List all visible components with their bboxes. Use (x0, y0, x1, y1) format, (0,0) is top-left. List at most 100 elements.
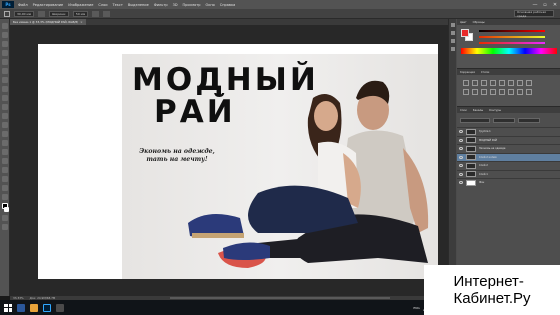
eye-icon[interactable] (459, 172, 463, 176)
brightness-icon[interactable] (463, 80, 469, 86)
color-balance-icon[interactable] (517, 80, 523, 86)
threshold-icon[interactable] (508, 89, 514, 95)
workspace-select[interactable]: Основная рабочая среда (514, 10, 554, 18)
levels-icon[interactable] (472, 80, 478, 86)
gradient-map-icon[interactable] (517, 89, 523, 95)
current-tool-icon[interactable] (4, 10, 10, 17)
selective-color-icon[interactable] (526, 89, 532, 95)
layer-row[interactable]: Фон (457, 178, 560, 187)
option-toggle-button-3[interactable] (103, 10, 111, 17)
menu-3d[interactable]: 3D (173, 3, 178, 7)
layer-row[interactable]: Слой 2 (457, 161, 560, 170)
character-panel-icon[interactable] (450, 39, 455, 43)
marquee-tool-icon[interactable] (1, 32, 8, 38)
eraser-tool-icon[interactable] (1, 113, 8, 119)
app-taskbar-icon[interactable] (56, 303, 64, 312)
layer-row[interactable]: Группа 1 (457, 127, 560, 136)
quick-mask-icon[interactable] (1, 215, 8, 221)
history-brush-tool-icon[interactable] (1, 104, 8, 110)
width-field[interactable]: 50 мм (72, 10, 89, 17)
size-field[interactable]: 30,00 мм (14, 10, 35, 17)
option-toggle-button-2[interactable] (92, 10, 100, 17)
channel-mixer-icon[interactable] (472, 89, 478, 95)
type-tool-icon[interactable] (1, 158, 8, 164)
color-lookup-icon[interactable] (481, 89, 487, 95)
clone-stamp-tool-icon[interactable] (1, 95, 8, 101)
windows-start-icon[interactable] (4, 303, 12, 312)
paragraph-panel-icon[interactable] (450, 47, 455, 51)
menu-file[interactable]: Файл (18, 3, 28, 7)
layer-row[interactable]: МОДНЫЙ РАЙ (457, 135, 560, 145)
photo-filter-icon[interactable] (463, 89, 469, 95)
menu-view[interactable]: Просмотр (183, 3, 201, 7)
blur-tool-icon[interactable] (1, 131, 8, 137)
hand-tool-icon[interactable] (1, 185, 8, 191)
layer-row[interactable]: Слой 1 (457, 169, 560, 179)
exposure-icon[interactable] (490, 80, 496, 86)
blend-mode-select[interactable] (460, 117, 490, 123)
menu-image[interactable]: Изображение (68, 3, 93, 7)
tab-adjustments[interactable]: Коррекция (460, 71, 475, 74)
foreground-color-chip[interactable] (461, 29, 469, 37)
blue-slider[interactable] (479, 42, 545, 44)
tab-color[interactable]: Цвет (460, 21, 467, 24)
eye-icon[interactable] (459, 130, 463, 134)
lasso-tool-icon[interactable] (1, 41, 8, 47)
explorer-icon[interactable] (17, 303, 25, 312)
layer-row[interactable]: Экономь на одежде (457, 144, 560, 153)
menu-edit[interactable]: Редактирование (33, 3, 64, 7)
maximize-button[interactable]: ▫ (542, 2, 548, 8)
tab-swatches[interactable]: Образцы (473, 21, 485, 24)
quick-select-tool-icon[interactable] (1, 50, 8, 56)
menu-type[interactable]: Текст (113, 3, 123, 7)
red-slider[interactable] (479, 30, 545, 32)
horizontal-scrollbar[interactable] (170, 297, 390, 299)
photoshop-taskbar-icon[interactable] (43, 303, 51, 312)
healing-brush-tool-icon[interactable] (1, 77, 8, 83)
green-slider[interactable] (479, 36, 545, 38)
menu-filter[interactable]: Фильтр (154, 3, 168, 7)
menu-layers[interactable]: Слои (98, 3, 107, 7)
screen-mode-icon[interactable] (1, 224, 8, 230)
option-toggle-button[interactable] (38, 10, 46, 17)
eye-icon[interactable] (459, 138, 463, 142)
pen-tool-icon[interactable] (1, 149, 8, 155)
hue-saturation-icon[interactable] (508, 80, 514, 86)
brush-tool-icon[interactable] (1, 86, 8, 92)
menu-select[interactable]: Выделение (128, 3, 149, 7)
properties-panel-icon[interactable] (450, 31, 455, 35)
black-white-icon[interactable] (526, 80, 532, 86)
dodge-tool-icon[interactable] (1, 140, 8, 146)
tab-layers[interactable]: Слои (460, 109, 467, 112)
folder-icon[interactable] (30, 303, 38, 312)
move-tool-icon[interactable] (1, 23, 8, 29)
crop-tool-icon[interactable] (1, 59, 8, 65)
language-indicator[interactable]: ENG (413, 306, 419, 310)
posterize-icon[interactable] (499, 89, 505, 95)
eye-icon[interactable] (459, 155, 463, 159)
invert-icon[interactable] (490, 89, 496, 95)
vibrance-icon[interactable] (499, 80, 505, 86)
eyedropper-tool-icon[interactable] (1, 68, 8, 74)
tab-styles[interactable]: Стили (481, 71, 489, 74)
eye-icon[interactable] (459, 164, 463, 168)
shape-tool-icon[interactable] (1, 176, 8, 182)
fill-field[interactable] (518, 117, 540, 123)
eye-icon[interactable] (459, 147, 463, 151)
gradient-tool-icon[interactable] (1, 122, 8, 128)
layer-row[interactable]: Слой 2 копия (457, 152, 560, 161)
zoom-tool-icon[interactable] (1, 194, 8, 200)
eye-icon[interactable] (459, 181, 463, 185)
tab-channels[interactable]: Каналы (473, 109, 483, 112)
menu-window[interactable]: Окно (205, 3, 214, 7)
close-icon[interactable]: × (80, 20, 82, 24)
background-color-swatch[interactable] (4, 207, 9, 212)
opacity-field[interactable] (493, 117, 515, 123)
history-panel-icon[interactable] (450, 23, 455, 27)
path-select-tool-icon[interactable] (1, 167, 8, 173)
tab-paths[interactable]: Контуры (489, 109, 501, 112)
minimize-button[interactable]: — (532, 2, 538, 8)
close-button[interactable]: ✕ (552, 2, 558, 8)
curves-icon[interactable] (481, 80, 487, 86)
color-spectrum[interactable] (461, 48, 557, 54)
